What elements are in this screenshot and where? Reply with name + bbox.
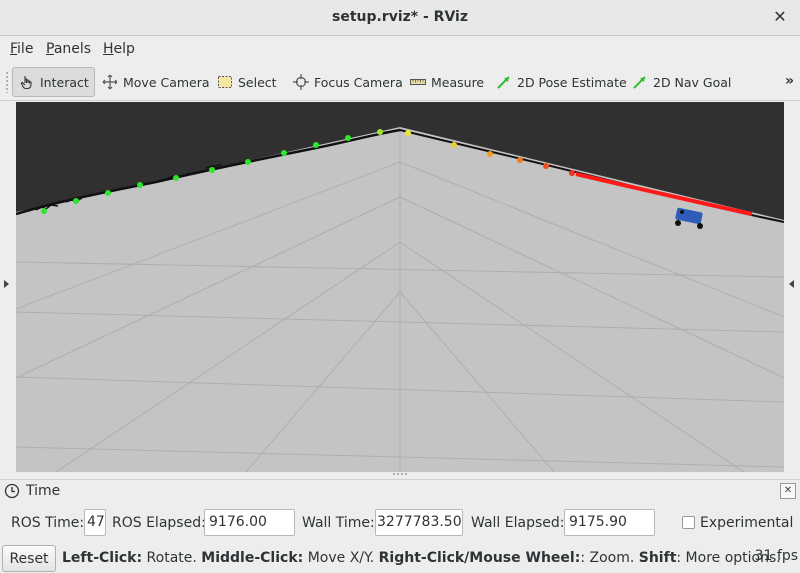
window-close-icon[interactable]: ✕ [770, 7, 790, 27]
menu-help[interactable]: Help [103, 41, 135, 57]
mouse-hint-text: Left-Click: Rotate. Middle-Click: Move X… [62, 550, 781, 566]
toolbar-overflow-icon[interactable]: » [785, 73, 794, 89]
clock-icon [4, 483, 20, 503]
experimental-label: Experimental [700, 515, 794, 531]
select-rect-icon [217, 74, 233, 90]
wall-time-label: Wall Time: [302, 515, 375, 531]
dock-resize-handle[interactable] [392, 472, 408, 476]
ros-time-label: ROS Time: [11, 515, 85, 531]
scene-3d [16, 127, 784, 472]
time-panel-close-icon[interactable]: ✕ [780, 483, 796, 499]
ros-elapsed-label: ROS Elapsed: [112, 515, 206, 531]
window-title: setup.rviz* - RViz [331, 9, 468, 25]
time-fields-row: ROS Time: 47 ROS Elapsed: 9176.00 Wall T… [0, 508, 800, 538]
green-arrow-icon [632, 74, 648, 90]
menu-bar: File Panels Help [0, 37, 800, 63]
time-panel-header: Time ✕ [0, 480, 800, 502]
tool-label: 2D Nav Goal [653, 74, 732, 90]
menu-panels[interactable]: Panels [46, 41, 91, 57]
tool-2d-nav-goal-button[interactable]: 2D Nav Goal [625, 67, 738, 97]
time-panel-title: Time [26, 483, 61, 499]
tool-2d-pose-estimate-button[interactable]: 2D Pose Estimate [489, 67, 634, 97]
ruler-icon [410, 74, 426, 90]
reset-button[interactable]: Reset [2, 545, 56, 572]
hint-part: Shift [638, 550, 677, 566]
tool-label: Focus Camera [314, 74, 403, 90]
arrow-right-icon [4, 280, 9, 288]
hand-pointer-icon [19, 74, 35, 90]
hint-part: Left-Click: [62, 550, 143, 566]
menu-file[interactable]: File [10, 41, 33, 57]
tool-label: Move Camera [123, 74, 210, 90]
ros-elapsed-field[interactable]: 9176.00 [204, 509, 295, 536]
arrow-left-icon [789, 280, 794, 288]
fps-counter: 31 fps [754, 548, 798, 564]
tool-label: Interact [40, 74, 89, 90]
hint-part: Move X/Y. [303, 550, 379, 566]
right-dock-toggle[interactable] [785, 102, 800, 474]
time-panel: Time ✕ ROS Time: 47 ROS Elapsed: 9176.00… [0, 479, 800, 573]
tool-toolbar: Interact Move Camera Select Focus Camera… [0, 63, 800, 101]
ros-time-field[interactable]: 47 [84, 509, 106, 536]
wall-elapsed-field[interactable]: 9175.90 [564, 509, 655, 536]
toolbar-grip[interactable] [5, 71, 9, 93]
wall-elapsed-label: Wall Elapsed: [471, 515, 565, 531]
tool-move-camera-button[interactable]: Move Camera [95, 67, 217, 97]
status-bar: Reset Left-Click: Rotate. Middle-Click: … [0, 544, 800, 573]
hint-part: Rotate. [142, 550, 202, 566]
hint-part: : Zoom. [580, 550, 639, 566]
hint-part: Middle-Click: [201, 550, 304, 566]
move-arrows-icon [102, 74, 118, 90]
hint-part: Right-Click/Mouse Wheel: [378, 550, 581, 566]
window-titlebar: setup.rviz* - RViz ✕ [0, 0, 800, 36]
wall-time-field[interactable]: 3277783.50 [375, 509, 463, 536]
tool-label: Select [238, 74, 277, 90]
focus-crosshair-icon [293, 74, 309, 90]
tool-measure-button[interactable]: Measure [403, 67, 491, 97]
viewport-area [0, 102, 800, 474]
tool-label: Measure [431, 74, 485, 90]
tool-focus-camera-button[interactable]: Focus Camera [286, 67, 410, 97]
green-arrow-icon [496, 74, 512, 90]
tool-label: 2D Pose Estimate [517, 74, 627, 90]
tool-interact-button[interactable]: Interact [12, 67, 95, 97]
experimental-checkbox[interactable] [682, 516, 695, 529]
render-viewport[interactable] [16, 102, 784, 472]
tool-select-button[interactable]: Select [210, 67, 284, 97]
left-dock-toggle[interactable] [0, 102, 15, 474]
